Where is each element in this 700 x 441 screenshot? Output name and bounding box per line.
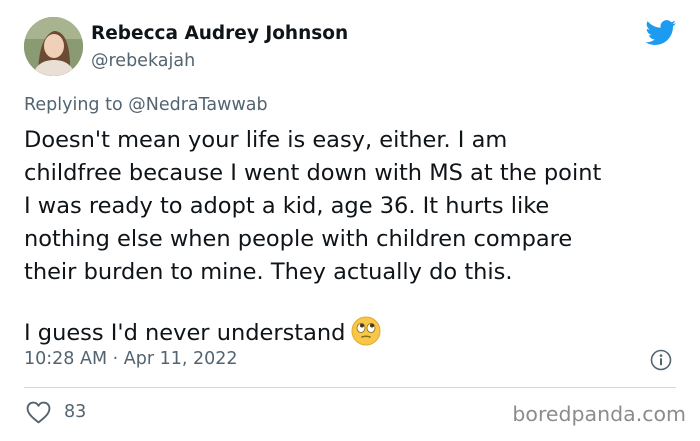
reply-mention-link[interactable]: @NedraTawwab: [128, 95, 267, 115]
info-icon[interactable]: [650, 349, 672, 371]
tweet-line-2: I guess I'd never understand: [24, 316, 689, 350]
replying-to-line: Replying to @NedraTawwab: [24, 95, 268, 115]
tweet-text: Doesn't mean your life is easy, either. …: [24, 124, 689, 350]
tweet-line: their burden to mine. They actually do t…: [24, 259, 513, 285]
watermark: boredpanda.com: [512, 402, 686, 426]
display-name[interactable]: Rebecca Audrey Johnson: [91, 23, 348, 44]
tweet-paragraph-2: I guess I'd never understand: [24, 320, 346, 346]
like-count: 83: [64, 402, 87, 422]
heart-icon[interactable]: [26, 401, 51, 424]
tweet-line: Doesn't mean your life is easy, either. …: [24, 127, 508, 153]
tweet-line: nothing else when people with children c…: [24, 226, 573, 252]
user-handle[interactable]: @rebekajah: [91, 51, 195, 71]
rolling-eyes-emoji-icon: [351, 316, 381, 346]
twitter-bird-icon[interactable]: [645, 20, 677, 46]
tweet-line: I was ready to adopt a kid, age 36. It h…: [24, 193, 550, 219]
divider: [24, 387, 676, 388]
avatar[interactable]: [24, 17, 83, 76]
tweet-timestamp[interactable]: 10:28 AM · Apr 11, 2022: [24, 349, 238, 369]
tweet-line: childfree because I went down with MS at…: [24, 160, 602, 186]
like-button[interactable]: 83: [26, 400, 86, 424]
replying-to-label: Replying to: [24, 95, 129, 115]
